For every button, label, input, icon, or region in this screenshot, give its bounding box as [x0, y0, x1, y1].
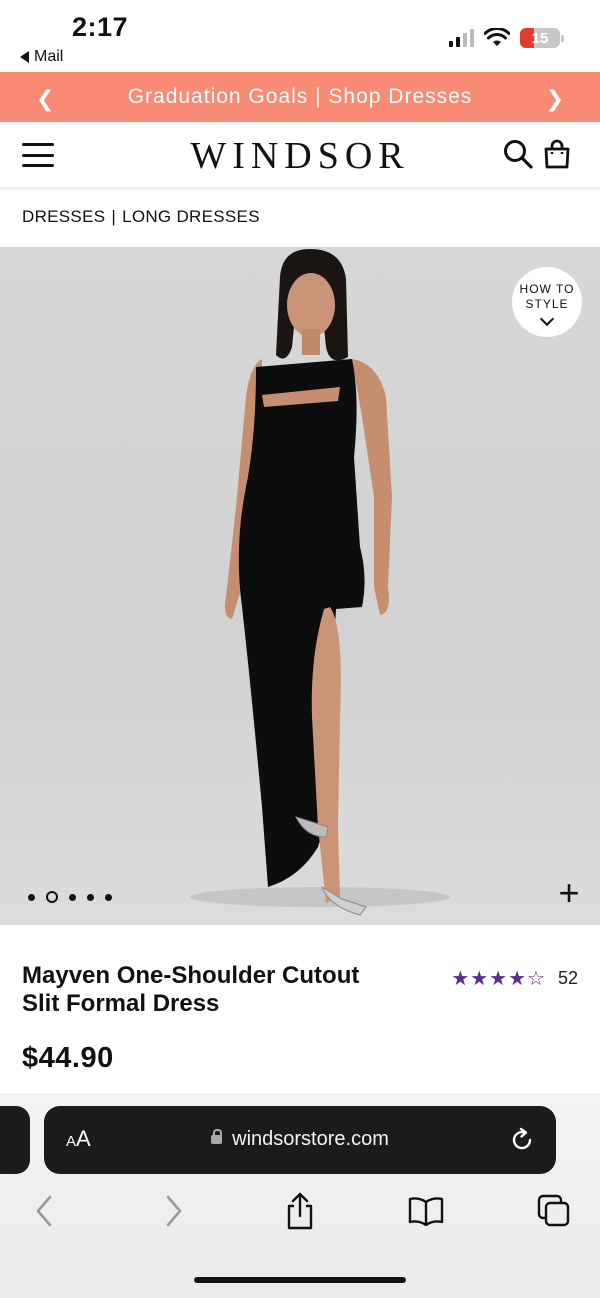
breadcrumb-separator: |: [111, 207, 117, 226]
breadcrumb-long-dresses[interactable]: LONG DRESSES: [122, 207, 260, 227]
breadcrumb-dresses[interactable]: DRESSES: [22, 207, 105, 227]
carousel-dot[interactable]: [87, 893, 94, 901]
how-to-style-line2: STYLE: [525, 297, 569, 311]
rating-stars-icon: ★★★★☆: [451, 968, 546, 990]
carousel-dot[interactable]: [69, 893, 76, 901]
safari-toolbar: [0, 1191, 600, 1241]
chevron-down-icon: [539, 311, 555, 327]
forward-chevron-icon[interactable]: [154, 1191, 194, 1231]
bookmarks-book-icon[interactable]: [406, 1191, 446, 1231]
back-to-mail-link[interactable]: Mail: [20, 48, 63, 66]
rating-count[interactable]: 52: [558, 968, 578, 989]
product-image[interactable]: HOW TO STYLE +: [0, 247, 600, 925]
back-triangle-icon: [20, 51, 29, 63]
image-carousel-dots[interactable]: [28, 891, 112, 903]
promo-next-chevron-icon[interactable]: ❯: [546, 86, 564, 112]
carousel-dot[interactable]: [105, 893, 112, 901]
battery-icon: 15: [520, 28, 564, 48]
product-rating[interactable]: ★★★★☆ 52: [451, 966, 578, 991]
lock-icon: [211, 1129, 223, 1144]
product-title-line2: Slit Formal Dress: [22, 990, 220, 1017]
model-in-dress-image: [190, 249, 450, 916]
status-bar: 2:17 Mail 15: [0, 0, 600, 72]
back-app-label: Mail: [34, 48, 64, 65]
product-title-line1: Mayven One-Shoulder Cutout: [22, 962, 360, 989]
product-title: Mayven One-Shoulder Cutout Slit Formal D…: [22, 962, 422, 1018]
home-indicator[interactable]: [194, 1277, 406, 1283]
status-time: 2:17: [72, 12, 129, 42]
carousel-dot[interactable]: [28, 893, 35, 901]
carousel-dot-active[interactable]: [46, 891, 58, 903]
breadcrumb: DRESSES | LONG DRESSES: [22, 207, 260, 227]
how-to-style-line1: HOW TO: [519, 282, 575, 296]
battery-level: 15: [531, 29, 549, 47]
promo-banner[interactable]: ❮ Graduation Goals | Shop Dresses ❯: [0, 72, 600, 122]
share-icon[interactable]: [280, 1191, 320, 1231]
wifi-icon: [484, 28, 510, 46]
address-bar[interactable]: AA windsorstore.com: [44, 1106, 556, 1174]
previous-tab-peek[interactable]: [0, 1106, 30, 1174]
shopping-bag-icon[interactable]: [542, 138, 572, 170]
promo-prev-chevron-icon[interactable]: ❮: [36, 86, 54, 112]
reload-icon[interactable]: [508, 1126, 536, 1154]
site-header: WINDSOR: [0, 122, 600, 190]
promo-text[interactable]: Graduation Goals | Shop Dresses: [128, 85, 473, 109]
tabs-overview-icon[interactable]: [534, 1191, 574, 1231]
status-icons: 15: [449, 28, 564, 48]
search-icon[interactable]: [502, 138, 534, 170]
back-chevron-icon[interactable]: [24, 1191, 64, 1231]
product-price: $44.90: [22, 1042, 114, 1074]
url-display[interactable]: windsorstore.com: [44, 1128, 556, 1151]
url-text: windsorstore.com: [232, 1128, 389, 1150]
cellular-signal-icon: [449, 29, 474, 47]
zoom-plus-icon[interactable]: +: [554, 875, 584, 911]
safari-bottom-bar: AA windsorstore.com: [0, 1093, 600, 1298]
how-to-style-button[interactable]: HOW TO STYLE: [512, 267, 582, 337]
